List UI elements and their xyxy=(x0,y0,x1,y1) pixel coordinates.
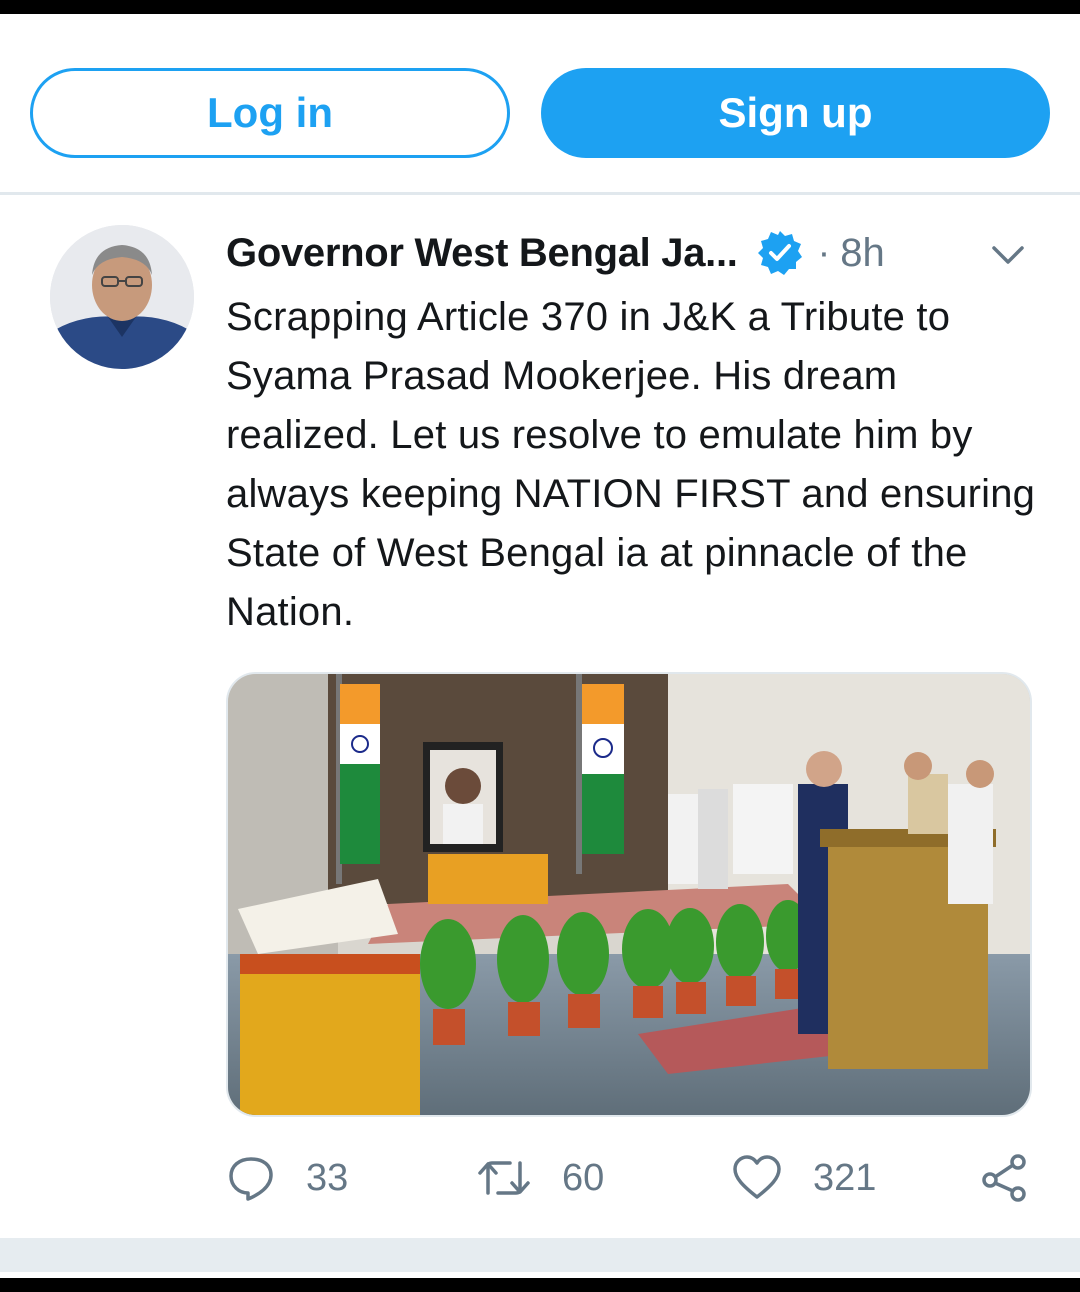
tweet-text: Scrapping Article 370 in J&K a Tribute t… xyxy=(226,295,1036,634)
like-action[interactable]: 321 xyxy=(731,1150,876,1206)
retweet-icon[interactable] xyxy=(476,1153,532,1203)
author-name[interactable]: Governor West Bengal Ja... xyxy=(226,231,738,276)
ceremony-photo xyxy=(228,674,1030,1115)
share-icon[interactable] xyxy=(978,1152,1030,1204)
reply-action[interactable]: 33 xyxy=(226,1150,348,1206)
status-bar xyxy=(0,0,1080,14)
auth-bar: Log in Sign up xyxy=(30,68,1050,158)
reply-count: 33 xyxy=(306,1156,349,1199)
navigation-bar xyxy=(0,1278,1080,1292)
signup-button[interactable]: Sign up xyxy=(541,68,1050,158)
tweet-time[interactable]: 8h xyxy=(840,231,885,276)
heart-icon[interactable] xyxy=(731,1153,783,1203)
reply-icon[interactable] xyxy=(226,1153,276,1203)
divider xyxy=(0,192,1080,195)
tweet-media[interactable] xyxy=(226,672,1032,1117)
tweet-header: Governor West Bengal Ja... · 8h xyxy=(226,222,1036,284)
avatar[interactable] xyxy=(50,225,194,369)
header-separator: · xyxy=(817,231,831,274)
share-action[interactable] xyxy=(978,1150,1030,1206)
tweet-actions: 33 60 321 xyxy=(226,1150,1036,1206)
login-button[interactable]: Log in xyxy=(30,68,510,158)
retweet-action[interactable]: 60 xyxy=(476,1150,604,1206)
chevron-down-icon[interactable] xyxy=(990,240,1026,268)
retweet-count: 60 xyxy=(562,1156,605,1199)
footer-strip xyxy=(0,1238,1080,1272)
like-count: 321 xyxy=(813,1156,877,1199)
verified-badge-icon xyxy=(757,231,802,275)
avatar-image xyxy=(50,225,194,369)
